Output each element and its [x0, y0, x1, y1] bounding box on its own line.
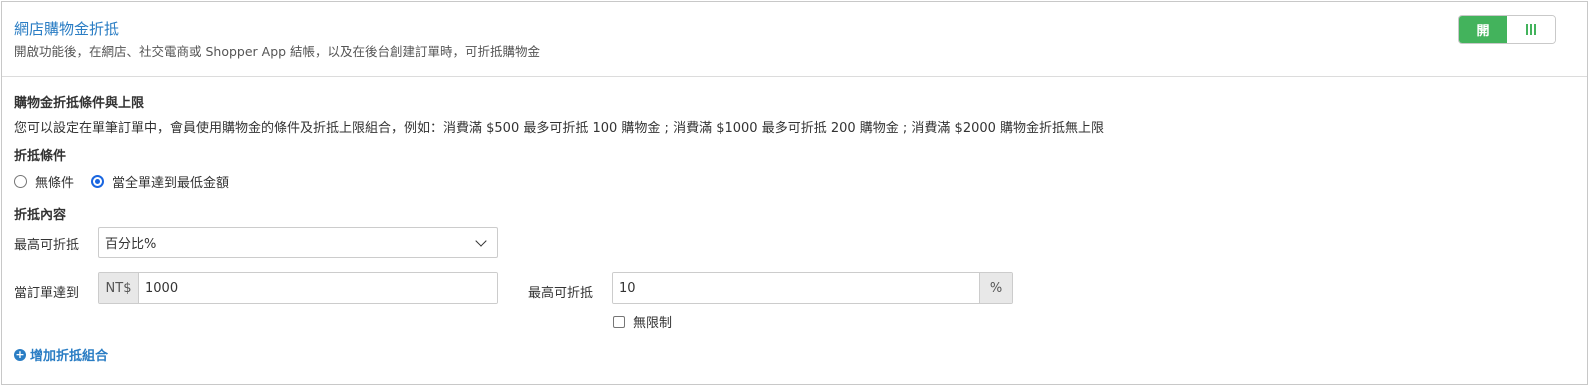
- toggle-on-label[interactable]: 開: [1459, 16, 1507, 43]
- max-deduct-input[interactable]: [613, 273, 979, 303]
- order-reach-label: 當訂單達到: [14, 286, 80, 301]
- radio-minimum-amount-input[interactable]: [91, 175, 104, 188]
- radio-minimum-amount-label: 當全單達到最低金額: [112, 176, 230, 191]
- unlimited-label: 無限制: [633, 316, 673, 331]
- unlimited-checkbox[interactable]: [613, 315, 625, 328]
- plus-circle-icon: +: [14, 347, 26, 361]
- panel-header: 網店購物金折抵 開啟功能後，在網店、社交電商或 Shopper App 結帳，以…: [2, 2, 1587, 77]
- percent-suffix: %: [979, 273, 1012, 303]
- max-deduct-type-select[interactable]: 百分比%: [98, 227, 498, 258]
- radio-minimum-amount[interactable]: 當全單達到最低金額: [91, 172, 229, 191]
- radio-unconditional-label: 無條件: [35, 176, 75, 191]
- radio-unconditional[interactable]: 無條件: [14, 172, 74, 191]
- conditions-section-title: 購物金折抵條件與上限: [14, 96, 145, 111]
- panel-title: 網店購物金折抵: [14, 20, 120, 38]
- feature-toggle[interactable]: 開: [1458, 15, 1556, 44]
- order-amount-group: NT$: [98, 272, 498, 304]
- deduction-content-title: 折抵內容: [14, 208, 67, 223]
- settings-panel: 網店購物金折抵 開啟功能後，在網店、社交電商或 Shopper App 結帳，以…: [1, 1, 1588, 385]
- max-deduct-value-label: 最高可折抵: [528, 286, 594, 301]
- radio-unconditional-input[interactable]: [14, 175, 27, 188]
- order-amount-input[interactable]: [139, 273, 497, 303]
- add-combo-link[interactable]: + 增加折抵組合: [14, 345, 108, 364]
- max-deduct-group: %: [612, 272, 1013, 304]
- unlimited-option[interactable]: 無限制: [613, 312, 672, 331]
- max-deduct-type-label: 最高可折抵: [14, 238, 80, 253]
- max-deduct-type-value: 百分比%: [105, 237, 157, 252]
- deduction-condition-title: 折抵條件: [14, 149, 67, 164]
- chevron-down-icon: [475, 235, 487, 247]
- toggle-off-side[interactable]: [1507, 16, 1555, 43]
- toggle-grip-icon: [1526, 24, 1536, 35]
- conditions-section-description: 您可以設定在單筆訂單中，會員使用購物金的條件及折抵上限組合，例如：消費滿 $50…: [14, 121, 1105, 136]
- panel-subtitle: 開啟功能後，在網店、社交電商或 Shopper App 結帳，以及在後台創建訂單…: [14, 44, 541, 59]
- add-combo-label: 增加折抵組合: [30, 349, 109, 364]
- currency-prefix: NT$: [99, 273, 139, 303]
